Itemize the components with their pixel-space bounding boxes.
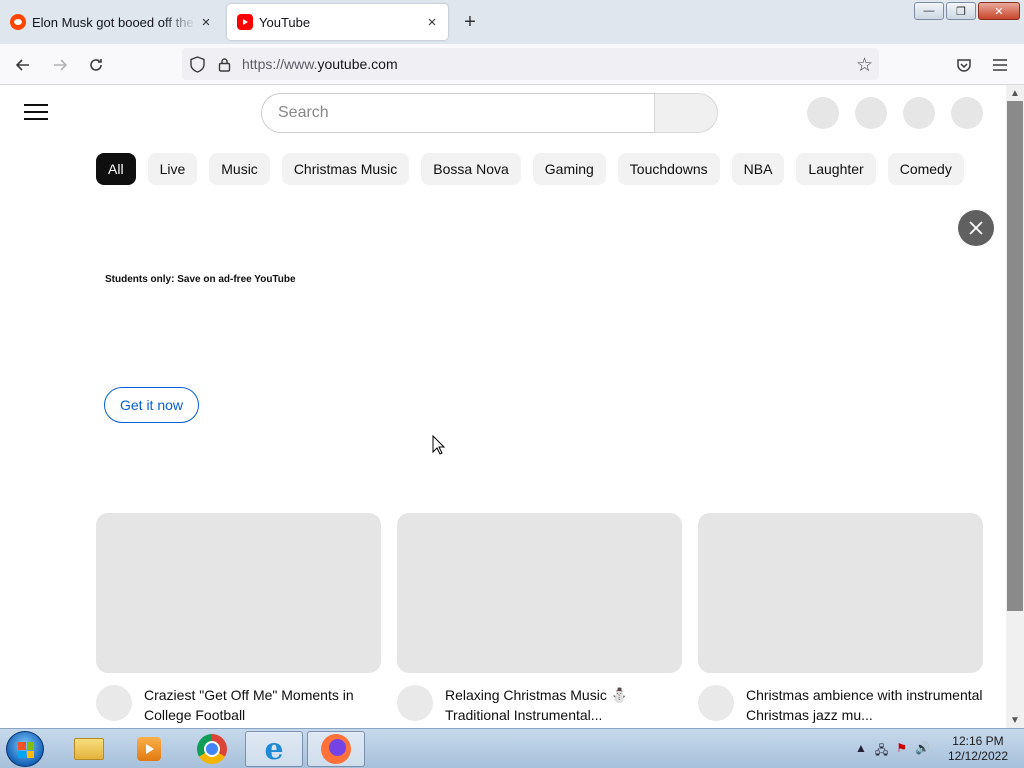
guide-menu-icon[interactable] (24, 104, 48, 120)
video-card[interactable]: Craziest "Get Off Me" Moments in College… (96, 513, 381, 725)
chip-comedy[interactable]: Comedy (887, 153, 964, 185)
channel-avatar[interactable] (96, 685, 132, 721)
scroll-down-arrow-icon[interactable]: ▼ (1006, 712, 1024, 728)
mouse-cursor-icon (432, 435, 446, 455)
taskbar: e ▲ 🖧 ⚑ 🔊 12:16 PM 12/12/2022 (0, 728, 1024, 768)
tab-title: Elon Musk got booed off the stage (32, 14, 196, 30)
taskbar-explorer[interactable] (60, 731, 118, 767)
get-it-now-button[interactable]: Get it now (104, 387, 199, 423)
url-bar[interactable]: https://www.youtube.com ☆ (182, 48, 879, 80)
minimize-button[interactable]: — (914, 2, 944, 20)
folder-icon (74, 738, 104, 760)
search-button[interactable] (654, 93, 718, 133)
taskbar-firefox[interactable] (307, 731, 365, 767)
chip-live[interactable]: Live (147, 153, 198, 185)
video-title[interactable]: Craziest "Get Off Me" Moments in College… (144, 685, 381, 725)
url-host: youtube.com (317, 56, 398, 72)
channel-avatar[interactable] (698, 685, 734, 721)
header-placeholder-1 (807, 97, 839, 129)
video-thumbnail[interactable] (397, 513, 682, 673)
chip-music[interactable]: Music (209, 153, 270, 185)
filter-chips: All Live Music Christmas Music Bossa Nov… (96, 153, 964, 185)
close-window-button[interactable]: ✕ (978, 2, 1020, 20)
firefox-icon (321, 734, 351, 764)
chip-gaming[interactable]: Gaming (532, 153, 606, 185)
close-tab-icon[interactable]: × (422, 12, 442, 32)
taskbar-chrome[interactable] (183, 731, 241, 767)
chip-nba[interactable]: NBA (731, 153, 785, 185)
chip-laughter[interactable]: Laughter (796, 153, 876, 185)
search-placeholder: Search (278, 104, 329, 121)
chip-bossa-nova[interactable]: Bossa Nova (421, 153, 521, 185)
navigation-bar: https://www.youtube.com ☆ (0, 44, 1024, 85)
show-hidden-icons-icon[interactable]: ▲ (855, 741, 867, 762)
video-card[interactable]: Relaxing Christmas Music ⛄ Traditional I… (397, 513, 682, 725)
video-card[interactable]: Christmas ambience with instrumental Chr… (698, 513, 983, 725)
scroll-up-arrow-icon[interactable]: ▲ (1006, 85, 1024, 101)
tab-youtube[interactable]: YouTube × (227, 4, 448, 40)
url-text: https://www.youtube.com (242, 56, 398, 72)
media-player-icon (137, 737, 161, 761)
action-center-icon[interactable]: ⚑ (896, 741, 907, 762)
channel-avatar[interactable] (397, 685, 433, 721)
video-title[interactable]: Relaxing Christmas Music ⛄ Traditional I… (445, 685, 682, 725)
header-placeholder-2 (855, 97, 887, 129)
window-controls: — ❐ ✕ (914, 2, 1020, 20)
start-button[interactable] (6, 731, 44, 767)
close-tab-icon[interactable]: × (196, 12, 216, 32)
video-title[interactable]: Christmas ambience with instrumental Chr… (746, 685, 983, 725)
tab-title: YouTube (259, 14, 311, 30)
pocket-icon[interactable] (951, 52, 977, 78)
windows-logo-icon (18, 742, 34, 758)
back-icon[interactable] (10, 52, 36, 78)
youtube-icon (237, 14, 253, 30)
url-prefix: https://www. (242, 56, 318, 72)
chip-all[interactable]: All (96, 153, 136, 185)
video-thumbnail[interactable] (698, 513, 983, 673)
taskbar-internet-explorer[interactable]: e (245, 731, 303, 767)
network-icon[interactable]: 🖧 (875, 741, 888, 762)
scrollbar-thumb[interactable] (1007, 101, 1023, 611)
volume-icon[interactable]: 🔊 (915, 741, 930, 762)
close-ad-icon[interactable] (958, 210, 994, 246)
forward-icon[interactable] (47, 52, 73, 78)
clock-time: 12:16 PM (952, 734, 1004, 748)
tab-reddit[interactable]: Elon Musk got booed off the stage × (0, 4, 222, 40)
taskbar-media-player[interactable] (120, 731, 178, 767)
reddit-icon (10, 14, 26, 30)
ad-title: Students only: Save on ad-free YouTube (105, 274, 296, 285)
tracking-shield-icon[interactable] (190, 56, 205, 73)
video-thumbnail[interactable] (96, 513, 381, 673)
youtube-page: Search All Live Music Christmas Music Bo… (0, 85, 1006, 728)
bookmark-star-icon[interactable]: ☆ (856, 54, 873, 77)
header-placeholder-4 (951, 97, 983, 129)
chips-overflow-fade (985, 153, 1006, 185)
header-placeholder-3 (903, 97, 935, 129)
system-tray: ▲ 🖧 ⚑ 🔊 (855, 741, 930, 762)
page-scrollbar[interactable]: ▲ ▼ (1006, 85, 1024, 728)
tab-strip: Elon Musk got booed off the stage × YouT… (0, 0, 1024, 44)
system-clock[interactable]: 12:16 PM 12/12/2022 (948, 734, 1008, 764)
chip-touchdowns[interactable]: Touchdowns (617, 153, 720, 185)
internet-explorer-icon: e (264, 731, 284, 767)
chip-christmas-music[interactable]: Christmas Music (281, 153, 410, 185)
chrome-icon (197, 734, 227, 764)
menu-icon[interactable] (987, 52, 1013, 78)
clock-date: 12/12/2022 (947, 749, 1008, 763)
restore-button[interactable]: ❐ (946, 2, 976, 20)
search-input[interactable]: Search (261, 93, 655, 133)
new-tab-button[interactable]: + (458, 10, 482, 34)
reload-icon[interactable] (83, 52, 109, 78)
lock-icon[interactable] (218, 57, 231, 72)
